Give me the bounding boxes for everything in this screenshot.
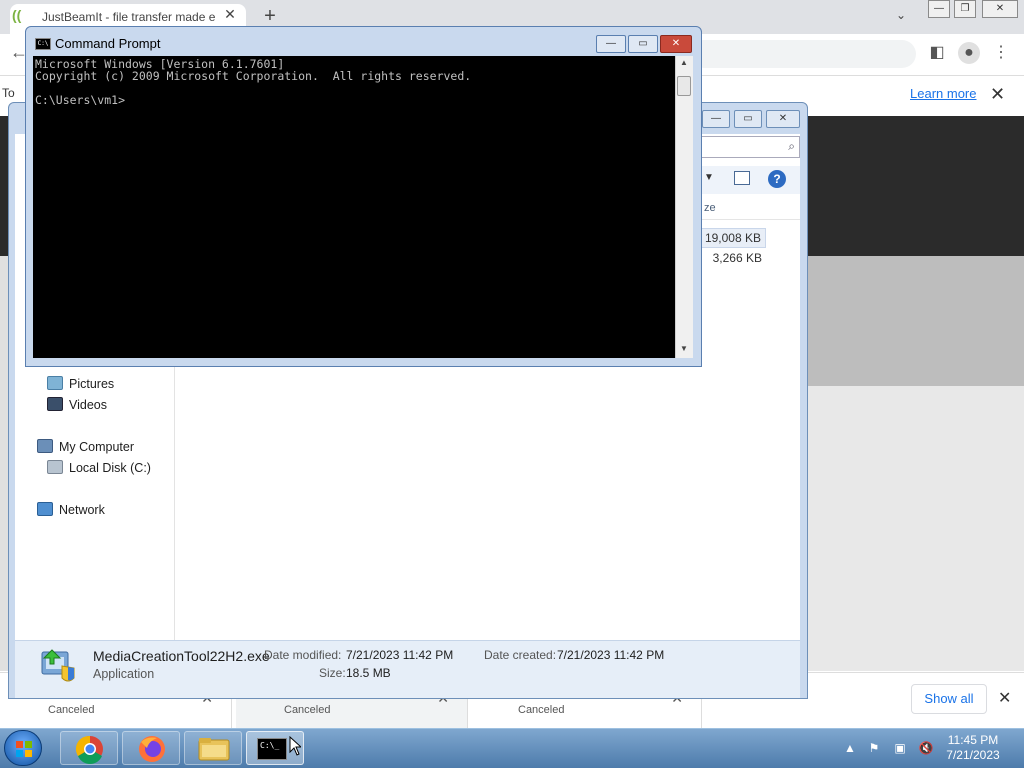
search-icon: ⌕ xyxy=(788,139,795,153)
browser-close-button[interactable]: ✕ xyxy=(982,0,1018,18)
tab-title: JustBeamIt - file transfer made e xyxy=(42,10,216,24)
show-all-button[interactable]: Show all xyxy=(911,684,987,714)
nav-item-label: Videos xyxy=(69,398,107,412)
disk-drive-icon xyxy=(47,460,63,474)
chrome-icon xyxy=(75,735,103,764)
details-file-type: Application xyxy=(93,667,155,681)
taskbar-firefox-button[interactable] xyxy=(122,731,180,765)
console-scrollbar[interactable] xyxy=(675,56,693,358)
pictures-folder-icon xyxy=(47,376,63,390)
computer-icon xyxy=(37,439,53,453)
date-created-label: Date created: xyxy=(484,648,557,662)
preview-pane-icon[interactable] xyxy=(734,171,750,185)
size-label: Size: xyxy=(319,666,346,680)
console-line: Copyright (c) 2009 Microsoft Corporation… xyxy=(35,69,472,83)
cmd-minimize-button[interactable]: — xyxy=(596,35,626,53)
info-bar-close-icon[interactable]: ✕ xyxy=(990,84,1005,105)
taskbar-explorer-button[interactable] xyxy=(184,731,242,765)
details-file-name: MediaCreationTool22H2.exe xyxy=(93,648,270,664)
page-light-section xyxy=(808,386,1024,671)
download-status: Canceled xyxy=(48,704,95,716)
size-value: 18.5 MB xyxy=(346,666,391,680)
views-dropdown-icon[interactable]: ▼ xyxy=(704,172,714,183)
console-app-icon: C:\ xyxy=(35,38,51,50)
tab-search-chevron-icon[interactable]: ⌄ xyxy=(896,8,914,26)
cmd-taskbar-icon: C:\_ xyxy=(257,738,287,760)
nav-item-label: Local Disk (C:) xyxy=(69,461,151,475)
clock-time: 11:45 PM xyxy=(947,733,999,747)
folder-icon xyxy=(198,738,230,761)
nav-item-local-disk[interactable]: Local Disk (C:) xyxy=(47,458,151,478)
nav-item-my-computer[interactable]: My Computer xyxy=(37,437,134,457)
start-button[interactable] xyxy=(4,730,42,766)
file-size-cell[interactable]: 3,266 KB xyxy=(700,249,766,269)
show-hidden-icons-arrow-icon[interactable]: ▲ xyxy=(842,740,858,756)
file-size-cell[interactable]: 19,008 KB xyxy=(700,228,766,248)
explorer-minimize-button[interactable]: — xyxy=(702,110,730,128)
window-title: Command Prompt xyxy=(55,36,161,51)
nav-item-label: Network xyxy=(59,503,105,517)
videos-folder-icon xyxy=(47,397,63,411)
browser-restore-button[interactable]: ❐ xyxy=(954,0,976,18)
help-icon[interactable]: ? xyxy=(768,170,786,188)
network-icon xyxy=(37,502,53,516)
page-partial-text: To xyxy=(2,86,15,100)
download-status: Canceled xyxy=(518,704,565,716)
justbeamit-favicon-icon: (( xyxy=(12,7,22,23)
console-prompt: C:\Users\vm1> xyxy=(35,93,126,107)
side-panel-icon[interactable]: ◧ xyxy=(926,42,948,64)
action-center-flag-icon[interactable]: ⚑ xyxy=(866,740,882,756)
taskbar-chrome-button[interactable] xyxy=(60,731,118,765)
date-modified-value: 7/21/2023 11:42 PM xyxy=(346,648,454,662)
volume-muted-icon[interactable]: 🔇 xyxy=(918,740,934,756)
page-gray-section xyxy=(808,256,1024,386)
cmd-close-button[interactable]: ✕ xyxy=(660,35,692,53)
nav-item-label: Pictures xyxy=(69,377,115,391)
console-output[interactable]: Microsoft Windows [Version 6.1.7601] Copy… xyxy=(33,56,675,358)
nav-item-label: My Computer xyxy=(59,440,135,454)
learn-more-link[interactable]: Learn more xyxy=(910,86,976,101)
address-bar[interactable] xyxy=(690,40,916,68)
download-status: Canceled xyxy=(284,704,331,716)
chrome-menu-icon[interactable]: ⋮ xyxy=(990,42,1012,64)
explorer-search-input[interactable]: ⌕ xyxy=(700,136,800,158)
explorer-command-bar: ▼ ? xyxy=(700,166,800,194)
size-column-header[interactable]: ze xyxy=(700,198,800,220)
date-created-value: 7/21/2023 11:42 PM xyxy=(557,648,665,662)
clock-date: 7/21/2023 xyxy=(946,748,1000,762)
application-shield-icon xyxy=(40,648,78,686)
nav-item-pictures[interactable]: Pictures xyxy=(47,374,114,394)
nav-item-network[interactable]: Network xyxy=(37,500,105,520)
new-tab-button[interactable]: + xyxy=(258,4,282,28)
explorer-maximize-button[interactable]: ▭ xyxy=(734,110,762,128)
explorer-close-button[interactable]: ✕ xyxy=(766,110,800,128)
date-modified-label: Date modified: xyxy=(264,648,342,662)
system-clock[interactable]: 11:45 PM 7/21/2023 xyxy=(938,733,1008,763)
page-dark-banner xyxy=(808,116,1024,256)
mouse-cursor-icon xyxy=(289,735,303,761)
network-status-icon[interactable]: ▣ xyxy=(892,740,908,756)
firefox-icon xyxy=(139,736,165,762)
cmd-maximize-button[interactable]: ▭ xyxy=(628,35,658,53)
scroll-down-arrow-icon[interactable]: ▼ xyxy=(677,344,691,353)
nav-item-videos[interactable]: Videos xyxy=(47,395,107,415)
profile-avatar-icon[interactable]: ● xyxy=(958,42,980,64)
tab-close-icon[interactable]: ✕ xyxy=(222,6,238,22)
browser-minimize-button[interactable]: — xyxy=(928,0,950,18)
shelf-close-icon[interactable]: ✕ xyxy=(998,688,1011,708)
scroll-up-arrow-icon[interactable]: ▲ xyxy=(677,58,691,67)
scrollbar-thumb[interactable] xyxy=(677,76,691,96)
